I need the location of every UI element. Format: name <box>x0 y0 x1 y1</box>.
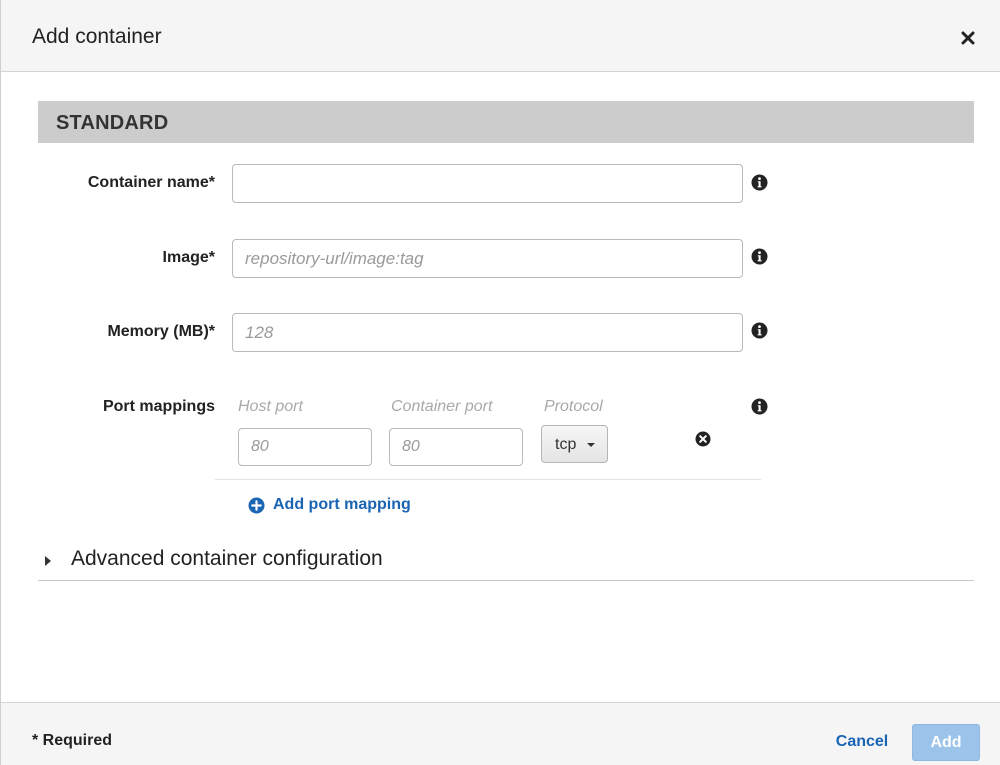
port-mappings-label: Port mappings <box>102 398 215 415</box>
cancel-button[interactable]: Cancel <box>827 727 897 757</box>
container-port-input[interactable] <box>389 428 523 466</box>
container-port-column-header: Container port <box>391 398 493 415</box>
dialog-footer: * Required Cancel Add <box>1 702 1000 765</box>
container-name-input[interactable] <box>232 164 743 203</box>
memory-label: Memory (MB)* <box>107 323 215 340</box>
required-note: * Required <box>32 732 113 749</box>
dialog-title: Add container <box>32 25 162 48</box>
image-info-icon[interactable] <box>751 248 768 265</box>
memory-input[interactable] <box>232 313 743 352</box>
protocol-selected-value: tcp <box>555 436 577 453</box>
protocol-dropdown[interactable]: tcp <box>541 425 608 463</box>
memory-info-icon[interactable] <box>751 322 768 339</box>
image-label: Image* <box>162 249 215 266</box>
section-title: STANDARD <box>56 112 169 134</box>
protocol-column-header: Protocol <box>544 398 603 415</box>
container-name-label: Container name* <box>87 174 215 191</box>
remove-port-mapping-icon[interactable] <box>695 431 711 447</box>
close-icon[interactable] <box>958 28 978 48</box>
section-header-standard: STANDARD <box>38 101 974 143</box>
add-port-mapping-label: Add port mapping <box>273 496 411 513</box>
advanced-configuration-label: Advanced container configuration <box>71 547 383 570</box>
triangle-right-icon <box>45 556 51 566</box>
caret-down-icon <box>587 443 595 447</box>
image-input[interactable] <box>232 239 743 278</box>
add-button[interactable]: Add <box>912 724 980 761</box>
port-mapping-divider <box>215 479 761 480</box>
container-name-info-icon[interactable] <box>751 174 768 191</box>
dialog-header: Add container <box>1 0 1000 72</box>
add-port-mapping-link[interactable]: Add port mapping <box>248 494 411 516</box>
port-mappings-info-icon[interactable] <box>751 398 768 415</box>
host-port-input[interactable] <box>238 428 372 466</box>
plus-circle-icon <box>248 497 265 513</box>
host-port-column-header: Host port <box>238 398 303 415</box>
advanced-configuration-toggle[interactable]: Advanced container configuration <box>38 544 974 581</box>
add-container-dialog: Add container STANDARD Container name* I… <box>0 0 1000 765</box>
